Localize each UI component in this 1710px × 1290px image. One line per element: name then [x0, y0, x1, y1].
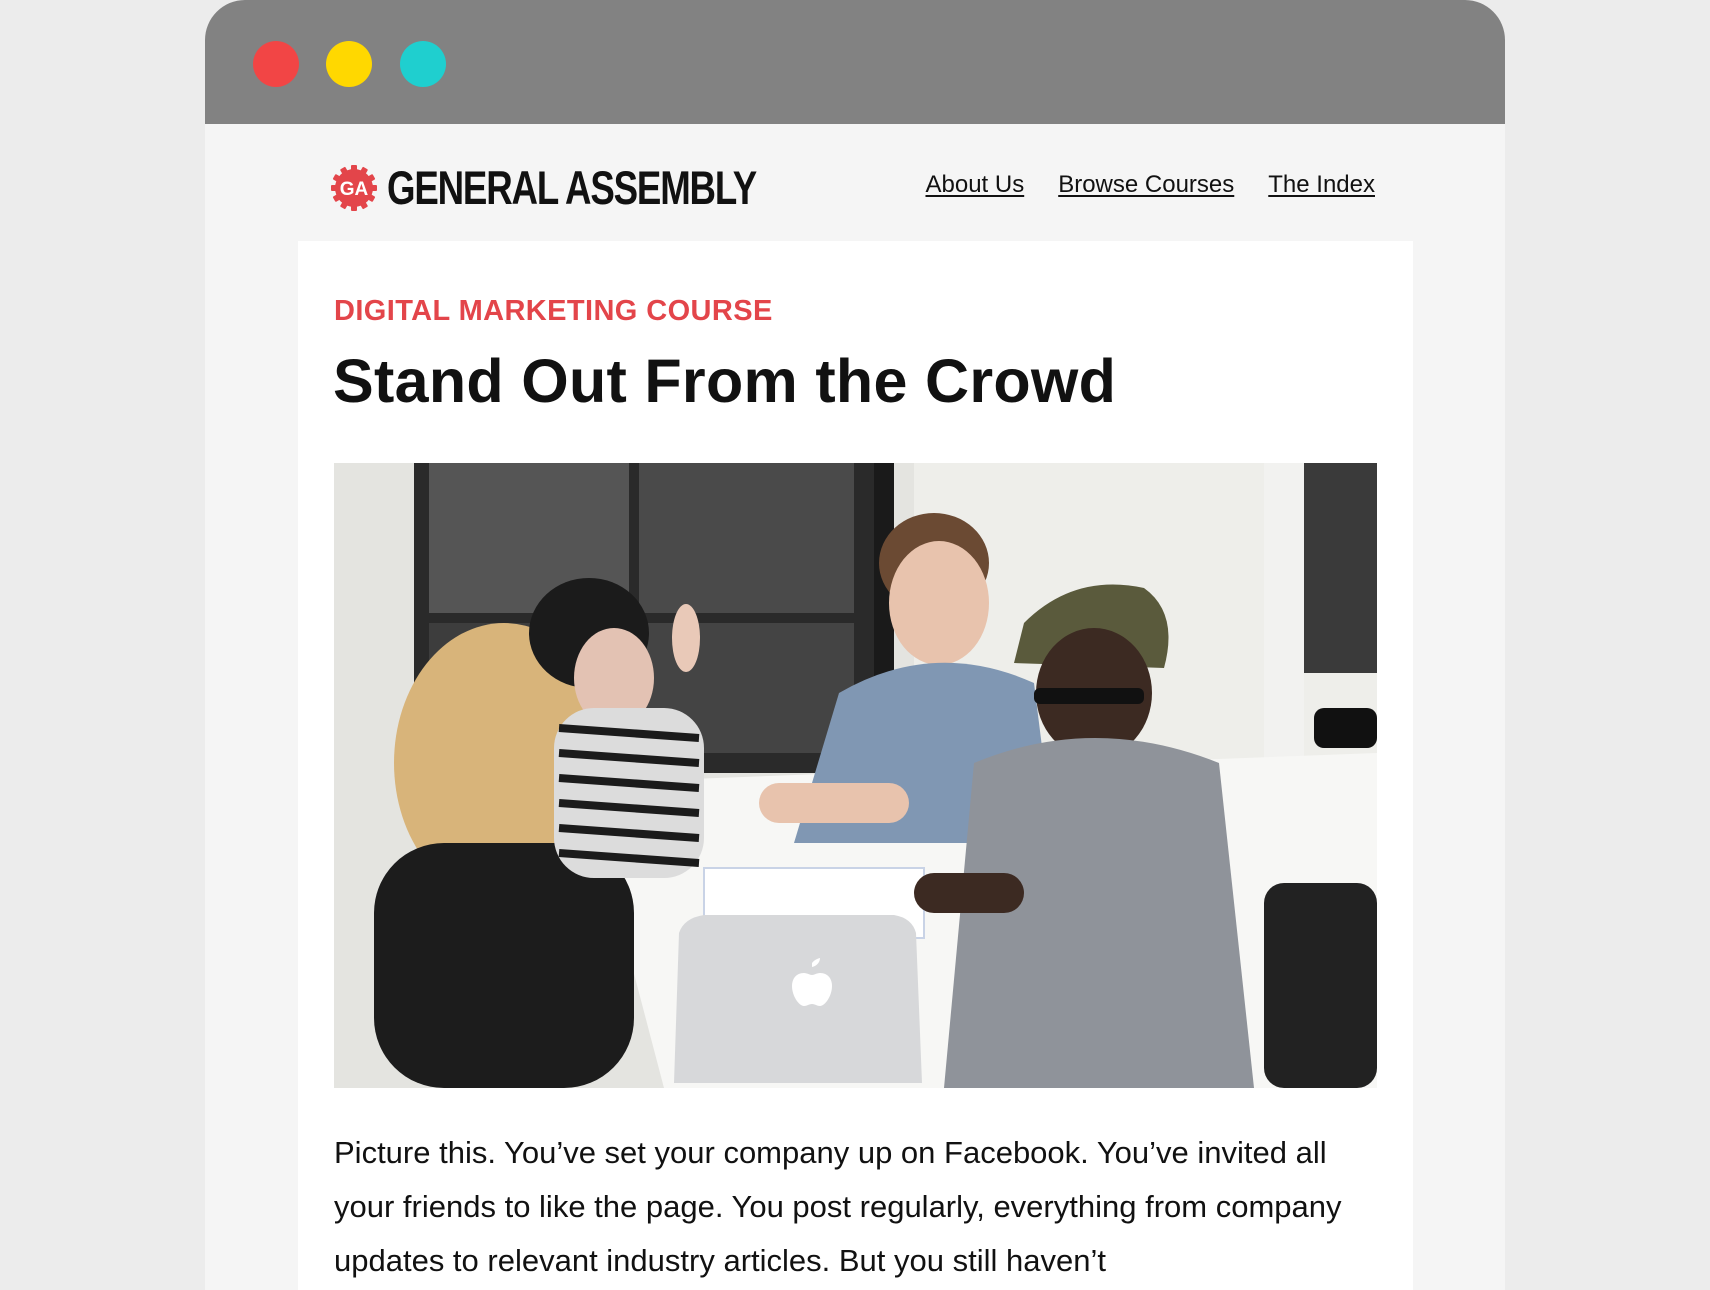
- window-minimize-button[interactable]: [326, 41, 372, 87]
- hero-image: [334, 463, 1377, 1088]
- article-body: Picture this. You’ve set your company up…: [334, 1135, 1342, 1278]
- browser-window: GA GENERAL ASSEMBLY About Us Browse Cour…: [205, 0, 1505, 1290]
- logo[interactable]: GA GENERAL ASSEMBLY: [331, 162, 860, 214]
- nav-link-browse-courses[interactable]: Browse Courses: [1058, 169, 1234, 201]
- ga-badge-icon: GA: [331, 165, 377, 211]
- site-header: GA GENERAL ASSEMBLY About Us Browse Cour…: [205, 124, 1505, 241]
- window-close-button[interactable]: [253, 41, 299, 87]
- article-eyebrow: DIGITAL MARKETING COURSE: [334, 295, 773, 327]
- article-card: DIGITAL MARKETING COURSE Stand Out From …: [298, 241, 1413, 1290]
- nav-link-about-us[interactable]: About Us: [925, 169, 1024, 201]
- logo-wordmark: GENERAL ASSEMBLY: [387, 161, 757, 214]
- nav-link-the-index[interactable]: The Index: [1268, 169, 1375, 201]
- group-meeting-photo-icon: [334, 463, 1377, 1088]
- article-title: Stand Out From the Crowd: [333, 347, 1117, 415]
- window-maximize-button[interactable]: [400, 41, 446, 87]
- logo-badge-text: GA: [340, 179, 369, 200]
- window-titlebar: [205, 0, 1505, 124]
- main-nav: About Us Browse Courses The Index: [925, 169, 1375, 201]
